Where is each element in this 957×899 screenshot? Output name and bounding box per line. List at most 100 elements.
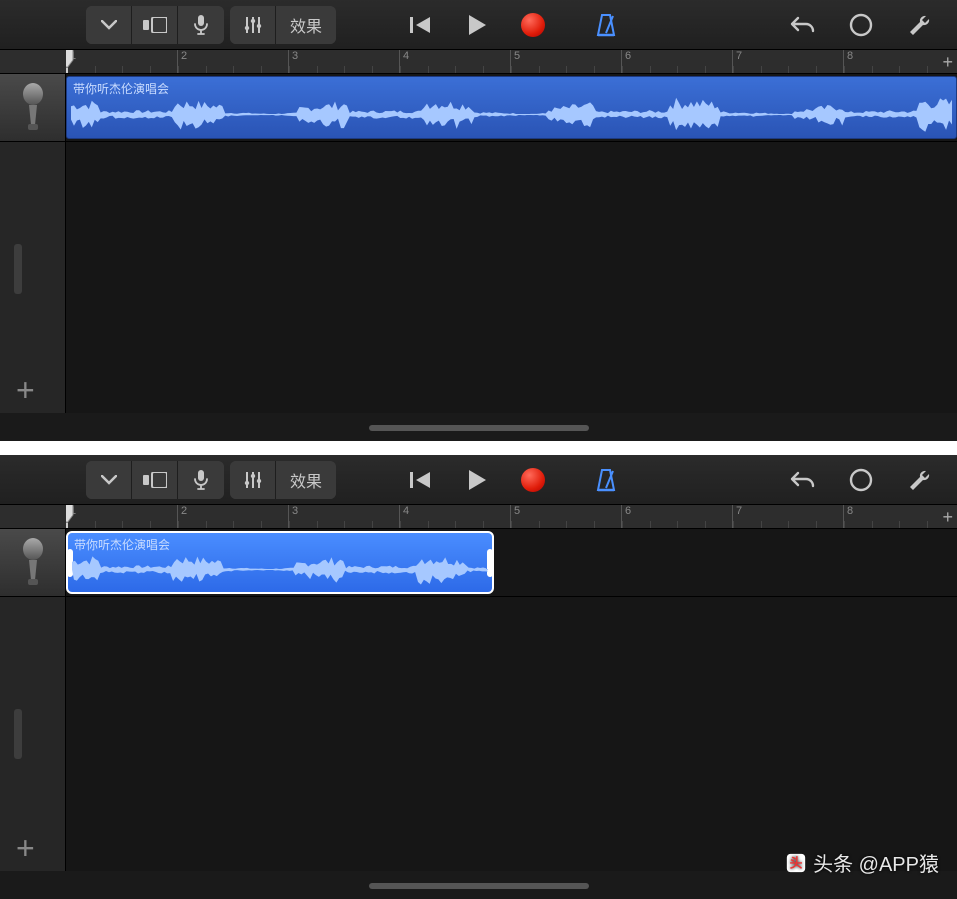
microphone-track-icon	[18, 83, 48, 133]
waveform	[71, 95, 952, 134]
loop-button[interactable]	[839, 6, 883, 44]
svg-text:头: 头	[790, 855, 803, 870]
track-headers: +	[0, 529, 66, 871]
loop-button[interactable]	[839, 461, 883, 499]
loop-icon	[848, 12, 874, 38]
beat-number: 6	[625, 505, 631, 517]
play-icon	[467, 14, 487, 36]
tracks-dropdown-button[interactable]	[86, 6, 132, 44]
browser-button[interactable]	[132, 461, 178, 499]
beat-number: 8	[847, 505, 853, 517]
fx-button[interactable]: 效果	[276, 6, 336, 44]
microphone-track-icon	[18, 538, 48, 588]
browser-button[interactable]	[132, 6, 178, 44]
audio-region-selected[interactable]: 带你听杰伦演唱会	[66, 531, 494, 594]
mixer-button[interactable]	[230, 461, 276, 499]
metronome-icon	[595, 468, 617, 492]
ruler-beat[interactable]: 6	[621, 50, 732, 73]
fx-label: 效果	[290, 468, 322, 492]
ruler-beat[interactable]: 3	[288, 505, 399, 528]
editor-panel-2: 效果 123 456 7 8 +	[0, 455, 957, 899]
loop-icon	[848, 467, 874, 493]
transport-controls	[402, 6, 552, 44]
track-lanes[interactable]: 带你听杰伦演唱会	[66, 529, 957, 871]
ruler-beat[interactable]: 6	[621, 505, 732, 528]
metronome-button[interactable]	[584, 6, 628, 44]
track-lane[interactable]: 带你听杰伦演唱会	[66, 529, 957, 597]
toolbar: 效果	[0, 455, 957, 505]
undo-button[interactable]	[781, 6, 825, 44]
metronome-button[interactable]	[584, 461, 628, 499]
ruler-beat[interactable]: 5	[510, 505, 621, 528]
ruler-beat[interactable]: 7	[732, 50, 843, 73]
settings-button[interactable]	[897, 461, 941, 499]
rewind-button[interactable]	[402, 6, 440, 44]
mic-input-button[interactable]	[178, 461, 224, 499]
ruler[interactable]: 1234 56 78 +	[0, 50, 957, 74]
plus-icon: +	[16, 830, 35, 866]
play-button[interactable]	[458, 461, 496, 499]
ruler-beat[interactable]: 2	[177, 505, 288, 528]
undo-icon	[790, 470, 816, 490]
sliders-icon	[244, 471, 262, 489]
audio-region[interactable]: 带你听杰伦演唱会	[66, 76, 957, 139]
waveform	[72, 551, 488, 588]
ruler-beat[interactable]: 4	[399, 505, 510, 528]
play-icon	[467, 469, 487, 491]
browse-icon	[143, 472, 167, 488]
ruler-beat[interactable]: 8	[843, 50, 954, 73]
beat-number: 8	[847, 50, 853, 62]
ruler-beat[interactable]: 2	[177, 50, 288, 73]
record-button[interactable]	[514, 461, 552, 499]
beat-number: 7	[736, 505, 742, 517]
chevron-down-icon	[101, 20, 117, 30]
ruler-add-button[interactable]: +	[942, 507, 953, 528]
fx-button[interactable]: 效果	[276, 461, 336, 499]
ruler[interactable]: 123 456 7 8 +	[0, 505, 957, 529]
record-icon	[521, 13, 545, 37]
ruler-beat[interactable]: 3	[288, 50, 399, 73]
tracks-dropdown-button[interactable]	[86, 461, 132, 499]
track-lanes[interactable]: 带你听杰伦演唱会	[66, 74, 957, 413]
undo-button[interactable]	[781, 461, 825, 499]
mixer-button[interactable]	[230, 6, 276, 44]
beat-number: 3	[292, 505, 298, 517]
empty-track-slot[interactable]	[0, 234, 65, 304]
wrench-icon	[906, 467, 932, 493]
fx-group: 效果	[230, 6, 336, 44]
scroll-indicator[interactable]	[369, 425, 589, 431]
track-header-audio[interactable]	[0, 529, 65, 597]
mic-input-button[interactable]	[178, 6, 224, 44]
plus-icon: +	[942, 52, 953, 72]
ruler-beat[interactable]: 8	[843, 505, 954, 528]
playhead[interactable]	[66, 505, 74, 528]
ruler-beat[interactable]: 7	[732, 505, 843, 528]
ruler-beat[interactable]: 4	[399, 50, 510, 73]
watermark-logo-icon: 头	[785, 852, 807, 874]
metronome-icon	[595, 13, 617, 37]
ruler-beat[interactable]: 5	[510, 50, 621, 73]
transport-controls	[402, 461, 552, 499]
ruler-beat[interactable]: 1	[66, 505, 177, 528]
sliders-icon	[244, 16, 262, 34]
empty-track-slot[interactable]	[0, 699, 65, 769]
beat-number: 6	[625, 50, 631, 62]
ruler-add-button[interactable]: +	[942, 52, 953, 73]
record-button[interactable]	[514, 6, 552, 44]
scroll-indicator[interactable]	[369, 883, 589, 889]
add-track-button[interactable]: +	[16, 830, 35, 867]
settings-button[interactable]	[897, 6, 941, 44]
track-lane[interactable]: 带你听杰伦演唱会	[66, 74, 957, 142]
ruler-beat[interactable]: 1	[66, 50, 177, 73]
track-headers: +	[0, 74, 66, 413]
rewind-button[interactable]	[402, 461, 440, 499]
track-header-audio[interactable]	[0, 74, 65, 142]
fx-group: 效果	[230, 461, 336, 499]
watermark: 头 头条 @APP猿	[785, 848, 939, 877]
play-button[interactable]	[458, 6, 496, 44]
beat-number: 4	[403, 50, 409, 62]
editor-panel-1: 效果	[0, 0, 957, 441]
add-track-button[interactable]: +	[16, 372, 35, 409]
record-icon	[521, 468, 545, 492]
playhead[interactable]	[66, 50, 74, 73]
